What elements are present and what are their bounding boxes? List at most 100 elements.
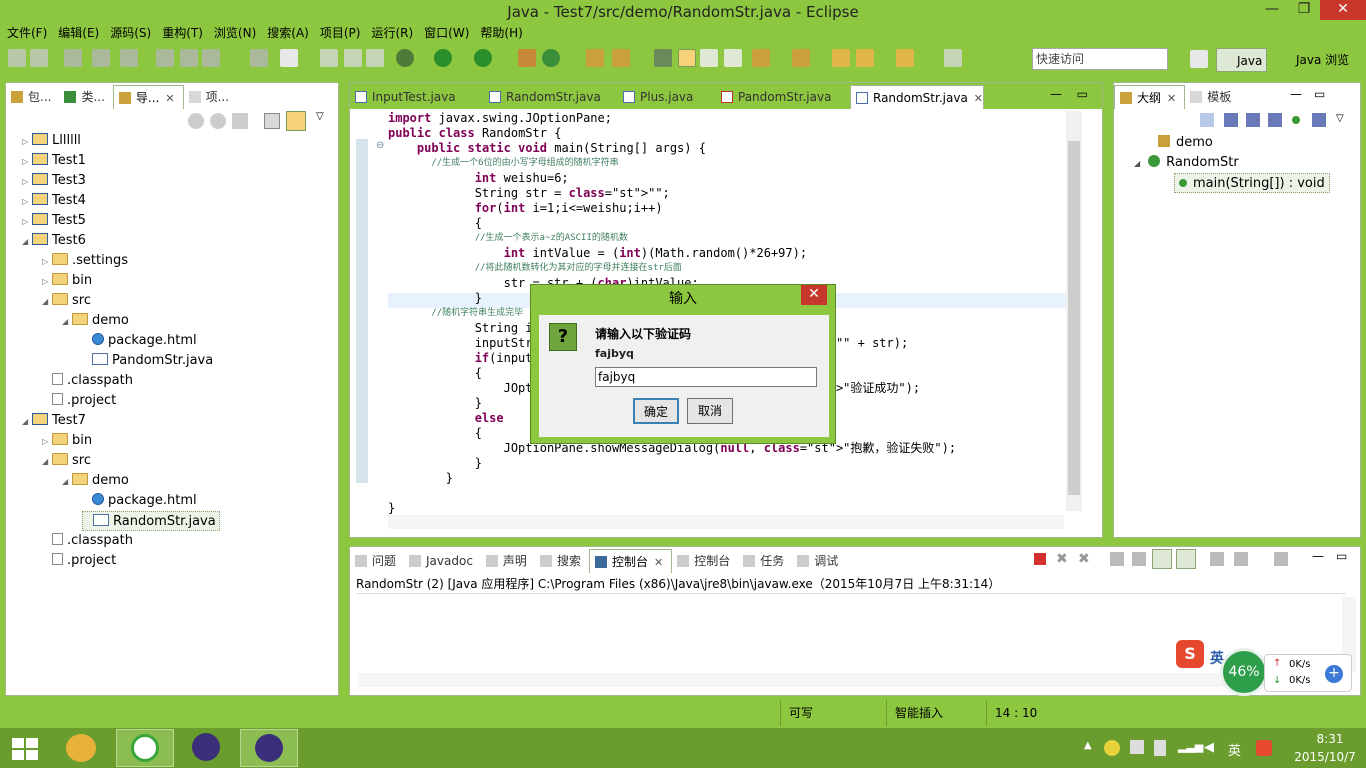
suspend-icon[interactable] [180, 49, 198, 67]
open-type-icon[interactable] [586, 49, 604, 67]
tray-volume-icon[interactable]: ◀ [1204, 740, 1214, 755]
expand-arrow-icon[interactable]: ▷ [22, 132, 32, 152]
view-menu-icon[interactable]: ▽ [316, 111, 324, 122]
taskbar-app-store-icon[interactable] [54, 729, 112, 767]
tab-package[interactable]: 包... [6, 85, 59, 109]
tree-item[interactable]: ▷ Test4 [22, 191, 86, 211]
sort-icon[interactable] [1200, 113, 1214, 127]
close-icon[interactable]: ✕ [165, 92, 174, 105]
maximize-outline-icon[interactable]: ▭ [1314, 87, 1325, 101]
speed-widget[interactable]: 46% [1220, 648, 1268, 696]
outline-item-package[interactable]: demo [1158, 135, 1213, 150]
menu-run[interactable]: 运行(R) [364, 24, 417, 42]
minimize-console-icon[interactable]: — [1312, 549, 1324, 563]
maximize-console-icon[interactable]: ▭ [1336, 549, 1347, 563]
tab-console-2[interactable]: 控制台 [672, 549, 738, 573]
fold-toggle-icon[interactable]: ⊖ [376, 140, 384, 151]
tree-item[interactable]: .project [42, 551, 116, 571]
tray-battery-icon[interactable] [1154, 740, 1166, 756]
new-class-icon[interactable] [542, 49, 560, 67]
menu-project[interactable]: 项目(P) [313, 24, 365, 42]
last-edit-icon[interactable] [832, 49, 850, 67]
editor-vertical-scrollbar[interactable] [1066, 111, 1082, 511]
expand-arrow-icon[interactable]: ▷ [22, 192, 32, 212]
debug-icon[interactable] [396, 49, 414, 67]
run-icon[interactable] [434, 49, 452, 67]
tree-item[interactable]: ◢ src [42, 291, 91, 311]
scroll-lock-icon[interactable] [1132, 552, 1146, 566]
highlight-icon[interactable] [678, 49, 696, 67]
tree-item[interactable]: ◢ Test6 [22, 231, 86, 251]
tab-tasks[interactable]: 任务 [738, 549, 792, 573]
ok-button[interactable]: 确定 [633, 398, 679, 424]
expand-arrow-icon[interactable]: ◢ [1134, 159, 1140, 168]
expand-arrow-icon[interactable]: ▷ [42, 272, 52, 292]
tree-item[interactable]: ◢ src [42, 451, 91, 471]
outline-item-class[interactable]: ◢ RandomStr [1134, 155, 1239, 170]
editor-tab-inputtest[interactable]: InputTest.java [350, 85, 484, 109]
tab-javadoc[interactable]: Javadoc [404, 549, 481, 573]
tray-addon-icon[interactable] [1104, 740, 1120, 756]
expand-arrow-icon[interactable]: ▷ [42, 252, 52, 272]
tree-item[interactable]: RandomStr.java [82, 511, 220, 531]
expand-arrow-icon[interactable]: ◢ [62, 312, 72, 332]
taskbar-eclipse-icon[interactable] [178, 729, 236, 767]
tab-problems[interactable]: 问题 [350, 549, 404, 573]
dialog-input-field[interactable]: fajbyq [595, 367, 817, 387]
tree-item[interactable]: ▷ Test1 [22, 151, 86, 171]
save-all-icon[interactable] [320, 49, 338, 67]
tree-item[interactable]: ▷ bin [42, 271, 92, 291]
editor-tab-randomstr[interactable]: RandomStr.java [484, 85, 618, 109]
tree-item[interactable]: ◢ Test7 [22, 411, 86, 431]
tab-project[interactable]: 项... [184, 85, 237, 109]
minimize-editor-icon[interactable]: — [1050, 87, 1062, 101]
terminate-icon[interactable] [1034, 553, 1046, 565]
sogou-icon[interactable]: S [1176, 640, 1204, 668]
console-horizontal-scrollbar[interactable] [358, 673, 1330, 687]
outline-item-method[interactable]: main(String[]) : void [1174, 173, 1330, 193]
outline-view-menu-icon[interactable]: ▽ [1336, 113, 1344, 124]
tab-declaration[interactable]: 声明 [481, 549, 535, 573]
new-icon[interactable] [8, 49, 26, 67]
undo-icon[interactable] [92, 49, 110, 67]
hide-static-icon[interactable] [1246, 113, 1260, 127]
editor-tab-randomstr-active[interactable]: RandomStr.java ✕ [850, 85, 984, 109]
display-console-icon[interactable] [1234, 552, 1248, 566]
add-icon[interactable]: + [1325, 665, 1343, 683]
prev-annotation-icon[interactable] [792, 49, 810, 67]
tab-templates[interactable]: 模板 [1185, 85, 1239, 109]
tree-item[interactable]: ◢ demo [62, 311, 129, 331]
tree-item[interactable]: ▷ bin [42, 431, 92, 451]
tray-ime[interactable]: 英 [1228, 740, 1241, 759]
remove-all-icon[interactable]: ✖ [1078, 551, 1090, 567]
restore-button[interactable]: ❐ [1288, 0, 1320, 20]
hide-local-types-icon[interactable] [1312, 113, 1326, 127]
new-package-icon[interactable] [518, 49, 536, 67]
expand-arrow-icon[interactable]: ◢ [42, 452, 52, 472]
menu-file[interactable]: 文件(F) [0, 24, 51, 42]
scroll-thumb[interactable] [1068, 141, 1080, 495]
tree-item[interactable]: ◢ demo [62, 471, 129, 491]
new-file-icon[interactable] [280, 49, 298, 67]
tray-expand-icon[interactable]: ▲ [1084, 740, 1092, 751]
block-select-icon[interactable] [700, 49, 718, 67]
expand-arrow-icon[interactable]: ▷ [22, 152, 32, 172]
perspective-java[interactable]: Java [1216, 48, 1268, 72]
taskbar-browser-icon[interactable] [116, 729, 174, 767]
tab-outline[interactable]: 大纲 ✕ [1114, 85, 1186, 109]
tray-sogou-icon[interactable] [1256, 740, 1272, 756]
show-on-error-icon[interactable] [1176, 549, 1196, 569]
close-icon[interactable]: ✕ [654, 556, 663, 569]
tab-console[interactable]: 控制台 ✕ [588, 549, 673, 573]
open-console-icon[interactable] [1274, 552, 1288, 566]
expand-arrow-icon[interactable]: ▷ [42, 432, 52, 452]
cancel-button[interactable]: 取消 [687, 398, 733, 424]
nav-forward-icon[interactable] [896, 49, 914, 67]
tree-item[interactable]: package.html [82, 331, 197, 351]
step-icon[interactable] [156, 49, 174, 67]
tree-item[interactable]: ▷ Test5 [22, 211, 86, 231]
tray-network-icon[interactable]: ▂▃▅ [1178, 740, 1203, 753]
hide-fields-icon[interactable] [1224, 113, 1238, 127]
save-icon[interactable] [30, 49, 48, 67]
clear-console-icon[interactable] [1110, 552, 1124, 566]
